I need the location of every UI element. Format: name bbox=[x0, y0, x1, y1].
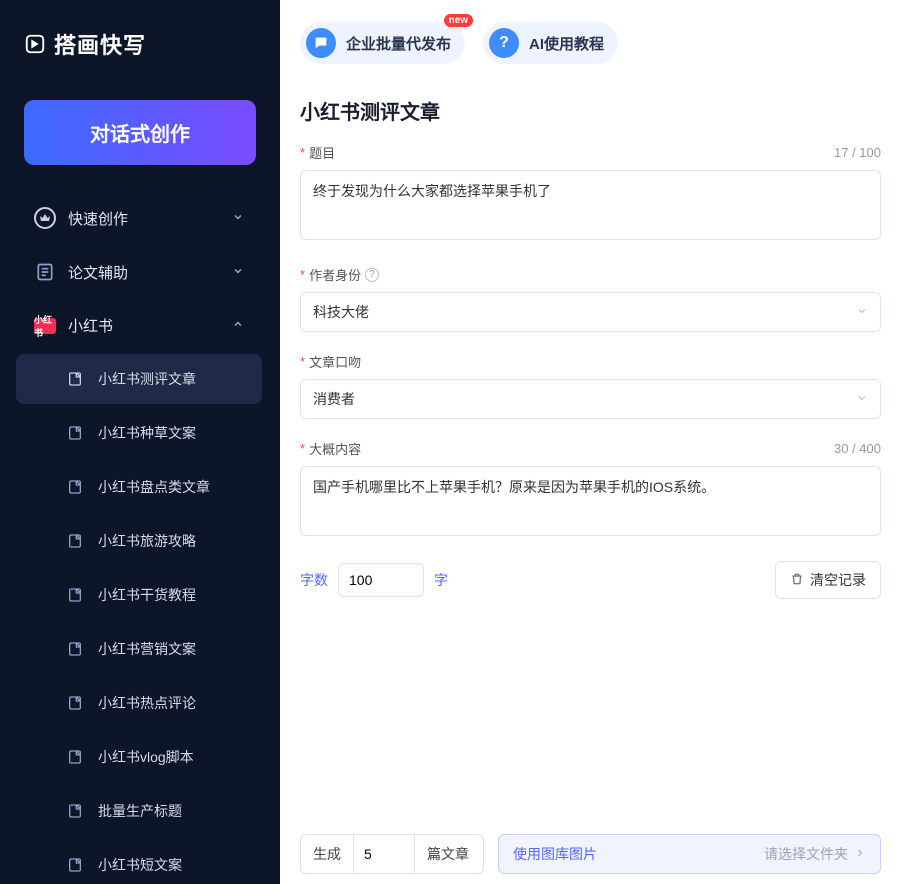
sidebar-item-label: 批量生产标题 bbox=[98, 801, 182, 821]
wordcount-suffix: 字 bbox=[434, 570, 448, 590]
sidebar-item-review[interactable]: 小红书测评文章 bbox=[16, 354, 262, 404]
tone-label: 文章口吻 bbox=[309, 352, 361, 371]
crown-icon bbox=[34, 207, 56, 229]
topbar: 企业批量代发布 new ? AI使用教程 bbox=[280, 0, 901, 76]
sidebar-item-label: 小红书盘点类文章 bbox=[98, 477, 210, 497]
logo-text: 搭画快写 bbox=[54, 28, 146, 60]
generate-count-input[interactable] bbox=[353, 835, 415, 873]
summary-input[interactable]: 国产手机哪里比不上苹果手机？原来是因为苹果手机的IOS系统。 bbox=[300, 466, 881, 536]
summary-label: 大概内容 bbox=[309, 439, 361, 458]
help-icon[interactable]: ? bbox=[365, 268, 379, 282]
chip-label: 企业批量代发布 bbox=[346, 33, 451, 54]
sidebar-item-batch-title[interactable]: 批量生产标题 bbox=[16, 786, 262, 836]
note-icon bbox=[64, 476, 86, 498]
required-mark: * bbox=[300, 267, 305, 282]
chevron-down-icon bbox=[856, 304, 868, 320]
required-mark: * bbox=[300, 441, 305, 456]
sidebar-item-seed[interactable]: 小红书种草文案 bbox=[16, 408, 262, 458]
sidebar-item-label: 小红书旅游攻略 bbox=[98, 531, 196, 551]
library-placeholder: 请选择文件夹 bbox=[764, 844, 848, 864]
nav-label: 快速创作 bbox=[68, 208, 128, 229]
author-label: 作者身份 bbox=[309, 265, 361, 284]
chevron-down-icon bbox=[232, 210, 244, 227]
title-label: 题目 bbox=[309, 143, 335, 162]
chat-bubble-icon bbox=[306, 28, 336, 58]
ai-tutorial-button[interactable]: ? AI使用教程 bbox=[483, 22, 618, 64]
bottom-bar: 生成 篇文章 使用图库图片 请选择文件夹 bbox=[280, 822, 901, 884]
clear-history-button[interactable]: 清空记录 bbox=[775, 561, 881, 599]
chevron-right-icon bbox=[854, 846, 866, 862]
sidebar-item-marketing[interactable]: 小红书营销文案 bbox=[16, 624, 262, 674]
title-counter: 17 / 100 bbox=[834, 145, 881, 160]
nav-label: 小红书 bbox=[68, 315, 113, 336]
generate-count-group: 生成 篇文章 bbox=[300, 834, 484, 874]
required-mark: * bbox=[300, 354, 305, 369]
sidebar-item-travel[interactable]: 小红书旅游攻略 bbox=[16, 516, 262, 566]
sidebar-item-label: 小红书营销文案 bbox=[98, 639, 196, 659]
sidebar: 搭画快写 对话式创作 快速创作 论文辅助 bbox=[0, 0, 280, 884]
note-icon bbox=[64, 800, 86, 822]
clear-label: 清空记录 bbox=[810, 570, 866, 590]
nav-thesis[interactable]: 论文辅助 bbox=[16, 247, 262, 297]
wordcount-label: 字数 bbox=[300, 570, 328, 590]
tone-select[interactable]: 消费者 bbox=[300, 379, 881, 419]
sidebar-item-label: 小红书种草文案 bbox=[98, 423, 196, 443]
summary-counter: 30 / 400 bbox=[834, 441, 881, 456]
xiaohongshu-icon: 小红书 bbox=[34, 318, 56, 334]
sidebar-item-vlog[interactable]: 小红书vlog脚本 bbox=[16, 732, 262, 782]
trash-icon bbox=[790, 572, 804, 589]
sidebar-item-label: 小红书热点评论 bbox=[98, 693, 196, 713]
sidebar-item-label: 小红书短文案 bbox=[98, 855, 182, 875]
new-badge: new bbox=[444, 14, 473, 27]
library-label: 使用图库图片 bbox=[513, 844, 597, 864]
bulk-publish-button[interactable]: 企业批量代发布 new bbox=[300, 22, 465, 64]
nav-label: 论文辅助 bbox=[68, 262, 128, 283]
image-library-button[interactable]: 使用图库图片 请选择文件夹 bbox=[498, 834, 881, 874]
question-icon: ? bbox=[489, 28, 519, 58]
generate-prefix: 生成 bbox=[301, 844, 353, 864]
wordcount-input[interactable] bbox=[338, 563, 424, 597]
sidebar-item-listicle[interactable]: 小红书盘点类文章 bbox=[16, 462, 262, 512]
sidebar-item-label: 小红书干货教程 bbox=[98, 585, 196, 605]
author-value: 科技大佬 bbox=[313, 302, 369, 322]
chevron-down-icon bbox=[856, 391, 868, 407]
sidebar-item-label: 小红书vlog脚本 bbox=[98, 747, 194, 767]
note-icon bbox=[64, 584, 86, 606]
sidebar-item-label: 小红书测评文章 bbox=[98, 369, 196, 389]
main: 企业批量代发布 new ? AI使用教程 小红书测评文章 * 题目 17 / 1… bbox=[280, 0, 901, 884]
note-icon bbox=[64, 368, 86, 390]
note-icon bbox=[64, 746, 86, 768]
logo: 搭画快写 bbox=[0, 0, 280, 80]
tone-value: 消费者 bbox=[313, 389, 355, 409]
nav-group: 快速创作 论文辅助 小红书 小红书 小红书测评文 bbox=[0, 193, 278, 884]
note-icon bbox=[64, 530, 86, 552]
chip-label: AI使用教程 bbox=[529, 33, 604, 54]
nav-quick-create[interactable]: 快速创作 bbox=[16, 193, 262, 243]
title-input[interactable]: 终于发现为什么大家都选择苹果手机了 bbox=[300, 170, 881, 240]
note-icon bbox=[64, 422, 86, 444]
dialog-create-button[interactable]: 对话式创作 bbox=[24, 100, 256, 165]
note-icon bbox=[64, 854, 86, 876]
sidebar-item-comment[interactable]: 小红书热点评论 bbox=[16, 678, 262, 728]
nav-xiaohongshu[interactable]: 小红书 小红书 bbox=[16, 301, 262, 350]
note-icon bbox=[64, 692, 86, 714]
document-icon bbox=[34, 261, 56, 283]
generate-suffix: 篇文章 bbox=[415, 844, 473, 864]
page-title: 小红书测评文章 bbox=[300, 96, 881, 125]
sidebar-item-tutorial[interactable]: 小红书干货教程 bbox=[16, 570, 262, 620]
chevron-up-icon bbox=[232, 317, 244, 334]
required-mark: * bbox=[300, 145, 305, 160]
sidebar-item-short[interactable]: 小红书短文案 bbox=[16, 840, 262, 884]
chevron-down-icon bbox=[232, 264, 244, 281]
logo-icon bbox=[24, 33, 46, 55]
note-icon bbox=[64, 638, 86, 660]
author-select[interactable]: 科技大佬 bbox=[300, 292, 881, 332]
